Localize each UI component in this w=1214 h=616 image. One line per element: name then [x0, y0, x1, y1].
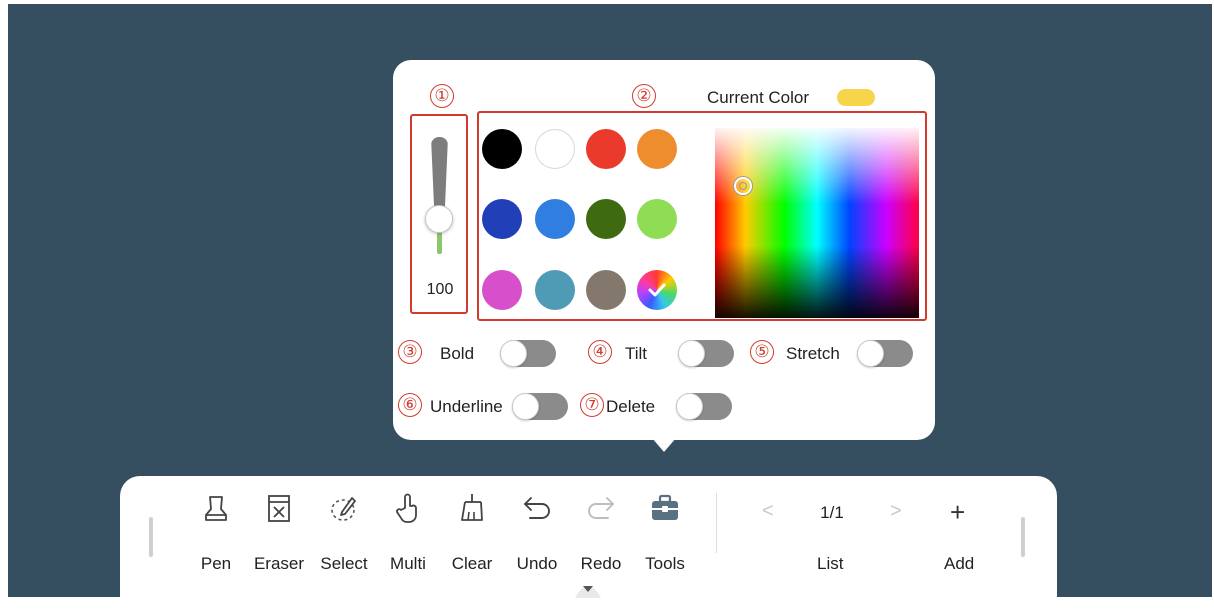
swatch-dark-green[interactable]	[586, 199, 626, 239]
checkmark-icon	[648, 283, 666, 297]
clear-button[interactable]: Clear	[440, 492, 504, 574]
color-spectrum-picker[interactable]	[715, 128, 919, 318]
swatch-teal[interactable]	[535, 270, 575, 310]
undo-label: Undo	[516, 554, 558, 573]
callout-6: ⑥	[398, 393, 422, 417]
thickness-slider-fill	[437, 232, 442, 254]
swatch-orange[interactable]	[637, 129, 677, 169]
pen-tool-label: Pen	[200, 554, 232, 573]
eraser-tool-label: Eraser	[253, 554, 305, 573]
delete-label: Delete	[606, 397, 656, 416]
right-drag-handle[interactable]	[1021, 517, 1025, 557]
toolbox-icon	[652, 494, 678, 520]
callout-2: ②	[632, 84, 656, 108]
toggle-knob	[857, 340, 884, 367]
underline-label: Underline	[430, 397, 503, 416]
thickness-slider-thumb[interactable]	[425, 205, 453, 233]
broom-icon	[461, 494, 483, 521]
add-page-icon[interactable]: +	[950, 497, 965, 528]
undo-button[interactable]: Undo	[505, 492, 569, 574]
callout-4: ④	[588, 340, 612, 364]
page-indicator: 1/1	[820, 503, 844, 522]
thickness-value: 100	[426, 281, 454, 298]
redo-icon	[588, 497, 614, 519]
multi-tool-label: Multi	[390, 554, 426, 573]
tools-label: Tools	[645, 554, 685, 573]
current-color-label: Current Color	[707, 88, 810, 107]
next-page-button[interactable]: >	[890, 500, 902, 523]
swatch-blue[interactable]	[535, 199, 575, 239]
swatch-light-green[interactable]	[637, 199, 677, 239]
clear-label: Clear	[451, 554, 493, 573]
swatch-white[interactable]	[535, 129, 575, 169]
touch-hand-icon	[396, 493, 417, 523]
multi-touch-button[interactable]: Multi	[376, 492, 440, 574]
eraser-tool-button[interactable]: Eraser	[247, 492, 311, 574]
left-drag-handle[interactable]	[149, 517, 153, 557]
underline-toggle[interactable]	[512, 393, 568, 420]
toggle-knob	[512, 393, 539, 420]
stretch-label: Stretch	[786, 344, 840, 363]
pen-icon	[205, 496, 227, 521]
add-page-label[interactable]: Add	[944, 554, 974, 574]
previous-page-button[interactable]: <	[762, 500, 774, 523]
lasso-select-icon	[331, 497, 356, 521]
select-tool-button[interactable]: Select	[312, 492, 376, 574]
callout-3: ③	[398, 340, 422, 364]
toggle-knob	[676, 393, 703, 420]
callout-5: ⑤	[750, 340, 774, 364]
toggle-knob	[678, 340, 705, 367]
redo-label: Redo	[580, 554, 622, 573]
bold-label: Bold	[440, 344, 475, 363]
toolbar-divider	[716, 493, 717, 553]
select-tool-label: Select	[320, 554, 368, 573]
delete-toggle[interactable]	[676, 393, 732, 420]
toggle-knob	[500, 340, 527, 367]
pen-tool-button[interactable]: Pen	[184, 492, 248, 574]
eraser-icon	[268, 495, 290, 522]
bold-toggle[interactable]	[500, 340, 556, 367]
swatch-taupe[interactable]	[586, 270, 626, 310]
popup-pointer	[652, 438, 676, 452]
swatch-navy[interactable]	[482, 199, 522, 239]
swatch-red[interactable]	[586, 129, 626, 169]
tools-button[interactable]: Tools	[633, 492, 697, 574]
redo-button[interactable]: Redo	[569, 492, 633, 574]
undo-icon	[524, 497, 550, 519]
list-button[interactable]: List	[817, 554, 843, 574]
swatch-custom[interactable]	[637, 270, 677, 310]
tilt-toggle[interactable]	[678, 340, 734, 367]
swatch-magenta[interactable]	[482, 270, 522, 310]
stretch-toggle[interactable]	[857, 340, 913, 367]
swatch-black[interactable]	[482, 129, 522, 169]
callout-1: ①	[430, 84, 454, 108]
callout-7: ⑦	[580, 393, 604, 417]
current-color-swatch	[837, 89, 875, 106]
tilt-label: Tilt	[625, 344, 648, 363]
spectrum-picker-handle[interactable]	[734, 177, 752, 195]
